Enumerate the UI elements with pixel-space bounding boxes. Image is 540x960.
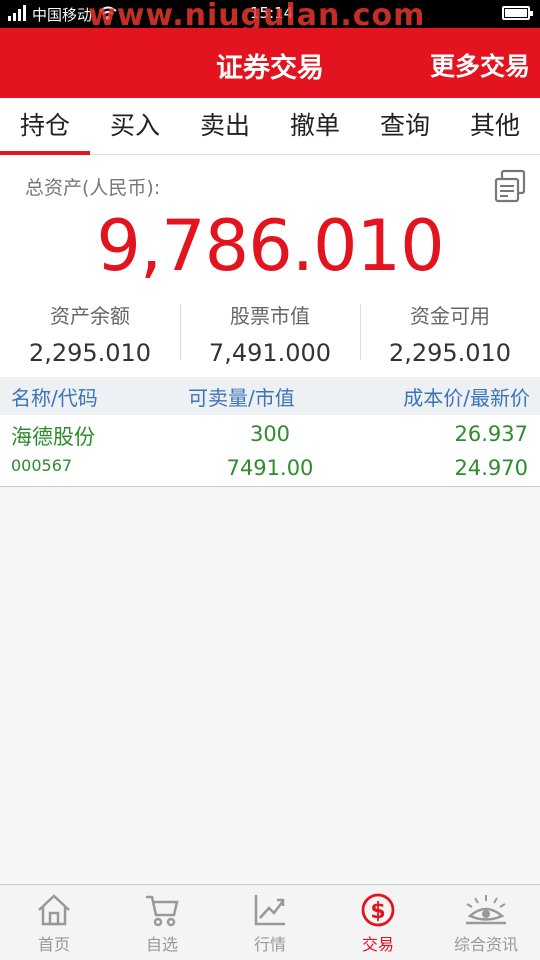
nav-trade[interactable]: $ 交易: [324, 885, 432, 960]
total-assets-value: 9,786.010: [96, 205, 444, 287]
asset-summary: 总资产(人民币): 9,786.010 资产余额 2,295.010 股票市值 …: [0, 155, 540, 377]
nav-label: 综合资讯: [453, 935, 518, 954]
battery-icon: [502, 6, 533, 20]
chart-icon: [254, 895, 285, 926]
eye-icon: [466, 895, 506, 925]
tab-sell[interactable]: 卖出: [180, 98, 270, 154]
carrier-name: 中国移动: [32, 6, 93, 24]
header-name-code: 名称/代码: [11, 386, 98, 410]
stat-label: 资产余额: [50, 304, 130, 328]
asset-stats: 资产余额 2,295.010 股票市值 7,491.000 资金可用 2,295…: [0, 300, 540, 370]
header-qty-value: 可卖量/市值: [188, 386, 295, 410]
total-assets-label: 总资产(人民币):: [25, 177, 161, 199]
tab-other[interactable]: 其他: [450, 98, 540, 154]
nav-label: 交易: [361, 935, 394, 954]
nav-news[interactable]: 综合资讯: [432, 885, 540, 960]
stat-market-value: 股票市值 7,491.000: [180, 300, 360, 370]
nav-watchlist[interactable]: 自选: [108, 885, 216, 960]
stock-name: 海德股份: [11, 425, 95, 449]
statement-icon[interactable]: [494, 169, 526, 203]
trade-tabs: 持仓 买入 卖出 撤单 查询 其他: [0, 98, 540, 155]
market-value: 7491.00: [226, 456, 314, 480]
nav-label: 首页: [37, 935, 70, 954]
tab-positions[interactable]: 持仓: [0, 98, 90, 155]
header-cost-price: 成本价/最新价: [403, 386, 530, 410]
stat-label: 资金可用: [410, 304, 490, 328]
stat-available: 资金可用 2,295.010: [360, 300, 540, 370]
tab-query[interactable]: 查询: [360, 98, 450, 154]
tab-buy[interactable]: 买入: [90, 98, 180, 154]
dollar-icon: $: [361, 893, 395, 927]
stat-balance: 资产余额 2,295.010: [0, 300, 180, 370]
cost-price: 26.937: [454, 422, 528, 446]
nav-market[interactable]: 行情: [216, 885, 324, 960]
bottom-nav: 首页 自选 行情 $ 交易 综合资讯: [0, 884, 540, 960]
svg-text:$: $: [370, 899, 385, 924]
status-bar: 中国移动 15:14 www.niugulan.com: [0, 0, 540, 33]
stock-code: 000567: [11, 456, 73, 475]
home-icon: [38, 894, 70, 926]
sellable-qty: 300: [249, 422, 291, 446]
more-trades-button[interactable]: 更多交易: [430, 47, 530, 83]
title-bar: 证券交易 更多交易: [0, 28, 540, 98]
latest-price: 24.970: [454, 456, 528, 480]
nav-label: 行情: [253, 935, 286, 954]
nav-label: 自选: [145, 935, 178, 954]
stat-value: 7,491.000: [208, 339, 332, 367]
cart-icon: [146, 895, 179, 927]
holdings-header: 名称/代码 可卖量/市值 成本价/最新价: [0, 377, 540, 415]
stat-value: 2,295.010: [28, 339, 152, 367]
empty-area: [0, 488, 540, 884]
stat-value: 2,295.010: [388, 339, 512, 367]
signal-icon: [8, 5, 26, 21]
tab-cancel[interactable]: 撤单: [270, 98, 360, 154]
stat-label: 股票市值: [230, 304, 310, 328]
nav-home[interactable]: 首页: [0, 885, 108, 960]
holding-row[interactable]: 海德股份 000567 300 7491.00 26.937 24.970: [0, 415, 540, 487]
